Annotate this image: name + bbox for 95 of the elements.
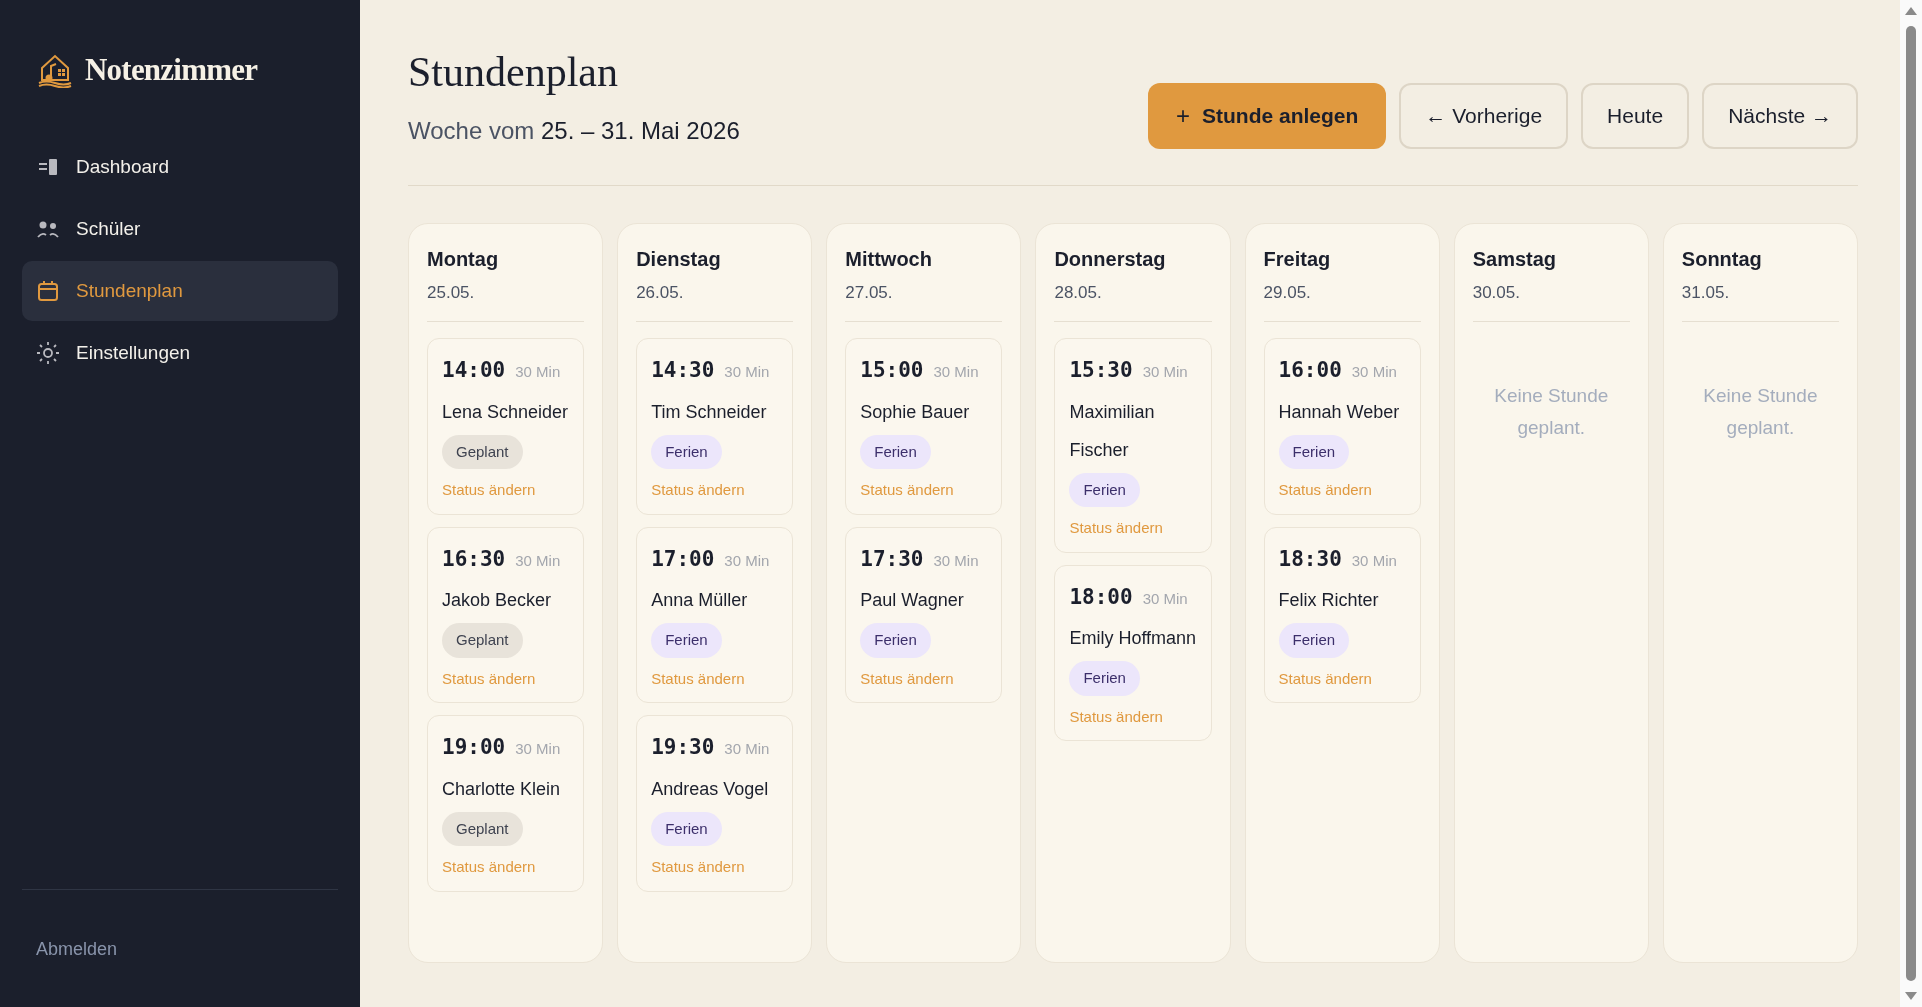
empty-message: Keine Stunde geplant.	[1702, 384, 1819, 440]
nav-item[interactable]: Dashboard	[22, 137, 338, 197]
lesson-duration: 30 Min	[515, 739, 561, 759]
lesson-card[interactable]: 19:30 30 Min Andreas Vogel Ferien Status ändern	[636, 715, 794, 892]
day-name: Samstag	[1472, 246, 1558, 272]
nav-button[interactable]: ← Vorherige	[1399, 82, 1569, 149]
lesson-card[interactable]: 17:00 30 Min Anna Müller Ferien Status ändern	[636, 526, 794, 703]
lesson-duration: 30 Min	[1142, 588, 1188, 609]
day-date: 25.05.	[427, 281, 476, 304]
empty-message: Keine Stunde geplant.	[1493, 384, 1610, 440]
lesson-time: 15:30	[1069, 357, 1133, 384]
lesson-time: 18:30	[1278, 545, 1342, 573]
student-name: Sophie Bauer	[860, 400, 971, 424]
nav-item[interactable]: Schüler	[22, 199, 338, 259]
nav-button[interactable]: Heute	[1581, 82, 1690, 149]
day-date: 26.05.	[636, 281, 685, 304]
logo-icon	[37, 52, 73, 88]
add-lesson-button[interactable]: + Stunde anlegen	[1147, 82, 1387, 149]
lesson-card[interactable]: 19:00 30 Min Charlotte Klein Geplant Status ändern	[427, 715, 585, 892]
student-name: Paul Wagner	[860, 589, 965, 612]
lesson-duration: 30 Min	[724, 550, 770, 571]
lesson-card[interactable]: 14:00 30 Min Lena Schneider Geplant Status ändern	[427, 338, 585, 515]
student-name: Hannah Weber	[1278, 400, 1401, 424]
week-range: Woche vom 25. – 31. Mai 2026	[408, 115, 740, 146]
student-name: Anna Müller	[651, 589, 749, 612]
lesson-duration: 30 Min	[724, 362, 770, 382]
lesson-card[interactable]: 18:30 30 Min Felix Richter Ferien Status ändern	[1263, 526, 1421, 703]
logout-link[interactable]: Abmelden	[36, 939, 118, 959]
nav-item[interactable]: Stundenplan	[22, 261, 338, 321]
day-name: Freitag	[1263, 246, 1332, 272]
lesson-duration: 30 Min	[515, 362, 561, 382]
lesson-duration: 30 Min	[1351, 362, 1397, 382]
page-title: Stundenplan	[408, 48, 619, 97]
student-name: Maximilian Fischer	[1069, 400, 1156, 462]
scrollbar-thumb[interactable]	[1906, 26, 1916, 981]
lesson-duration: 30 Min	[1142, 362, 1188, 382]
lesson-time: 17:30	[860, 545, 924, 573]
day-name: Sonntag	[1681, 246, 1763, 272]
sun-icon	[36, 341, 60, 365]
lesson-time: 14:00	[442, 357, 506, 384]
status-badge: Ferien	[651, 434, 722, 469]
student-name: Andreas Vogel	[651, 777, 770, 801]
lesson-duration: 30 Min	[933, 362, 979, 382]
status-badge: Ferien	[860, 434, 931, 469]
status-badge: Ferien	[1069, 661, 1140, 696]
lesson-card[interactable]: 17:30 30 Min Paul Wagner Ferien Status ändern	[845, 526, 1003, 703]
status-badge: Geplant	[442, 434, 523, 469]
status-badge: Ferien	[1278, 623, 1350, 658]
scroll-up-icon[interactable]	[1904, 6, 1918, 16]
student-name: Emily Hoffmann	[1069, 627, 1197, 650]
status-badge: Geplant	[442, 623, 523, 658]
lesson-card[interactable]: 15:00 30 Min Sophie Bauer Ferien Status ändern	[845, 338, 1003, 515]
status-badge: Ferien	[860, 623, 931, 658]
day-name: Mittwoch	[845, 246, 933, 272]
day-name: Dienstag	[636, 246, 722, 272]
day-date: 29.05.	[1263, 281, 1312, 304]
status-badge: Ferien	[1069, 472, 1140, 507]
lesson-time: 16:30	[442, 545, 506, 573]
brand-name: Notenzimmer	[85, 50, 258, 89]
scroll-down-icon[interactable]	[1904, 991, 1918, 1001]
day-date: 27.05.	[845, 281, 894, 304]
student-name: Felix Richter	[1278, 589, 1380, 612]
lesson-card[interactable]: 18:00 30 Min Emily Hoffmann Ferien Status ändern	[1054, 564, 1212, 741]
lesson-time: 17:00	[651, 545, 715, 573]
lesson-duration: 30 Min	[724, 739, 770, 759]
lesson-time: 14:30	[651, 357, 715, 384]
lesson-duration: 30 Min	[1351, 550, 1397, 571]
student-name: Tim Schneider	[651, 400, 768, 424]
nav-item[interactable]: Einstellungen	[22, 323, 338, 383]
lesson-card[interactable]: 16:00 30 Min Hannah Weber Ferien Status ändern	[1263, 338, 1421, 515]
lesson-duration: 30 Min	[515, 550, 561, 571]
lesson-time: 19:30	[651, 734, 715, 761]
status-badge: Ferien	[651, 623, 722, 658]
student-name: Lena Schneider	[442, 400, 570, 424]
lesson-card[interactable]: 15:30 30 Min Maximilian Fischer Ferien Status ändern	[1054, 338, 1212, 553]
scrollbar[interactable]	[1900, 0, 1922, 1007]
day-date: 30.05.	[1472, 281, 1521, 304]
status-badge: Ferien	[1278, 434, 1350, 469]
lesson-time: 16:00	[1278, 357, 1342, 384]
status-badge: Geplant	[442, 811, 523, 846]
day-name: Montag	[427, 246, 500, 272]
status-badge: Ferien	[651, 811, 722, 846]
day-date: 31.05.	[1681, 281, 1731, 304]
lesson-time: 19:00	[442, 734, 506, 761]
lesson-card[interactable]: 14:30 30 Min Tim Schneider Ferien Status ändern	[636, 338, 794, 515]
nav-button[interactable]: Nächste →	[1702, 82, 1858, 149]
day-name: Donnerstag	[1054, 246, 1167, 272]
lesson-card[interactable]: 16:30 30 Min Jakob Becker Geplant Status ändern	[427, 526, 585, 703]
lesson-time: 18:00	[1069, 583, 1133, 611]
student-name: Jakob Becker	[442, 589, 553, 612]
day-date: 28.05.	[1054, 281, 1103, 304]
lesson-duration: 30 Min	[933, 550, 979, 571]
lesson-time: 15:00	[860, 357, 924, 384]
calendar-icon	[36, 279, 60, 303]
student-name: Charlotte Klein	[442, 777, 562, 801]
